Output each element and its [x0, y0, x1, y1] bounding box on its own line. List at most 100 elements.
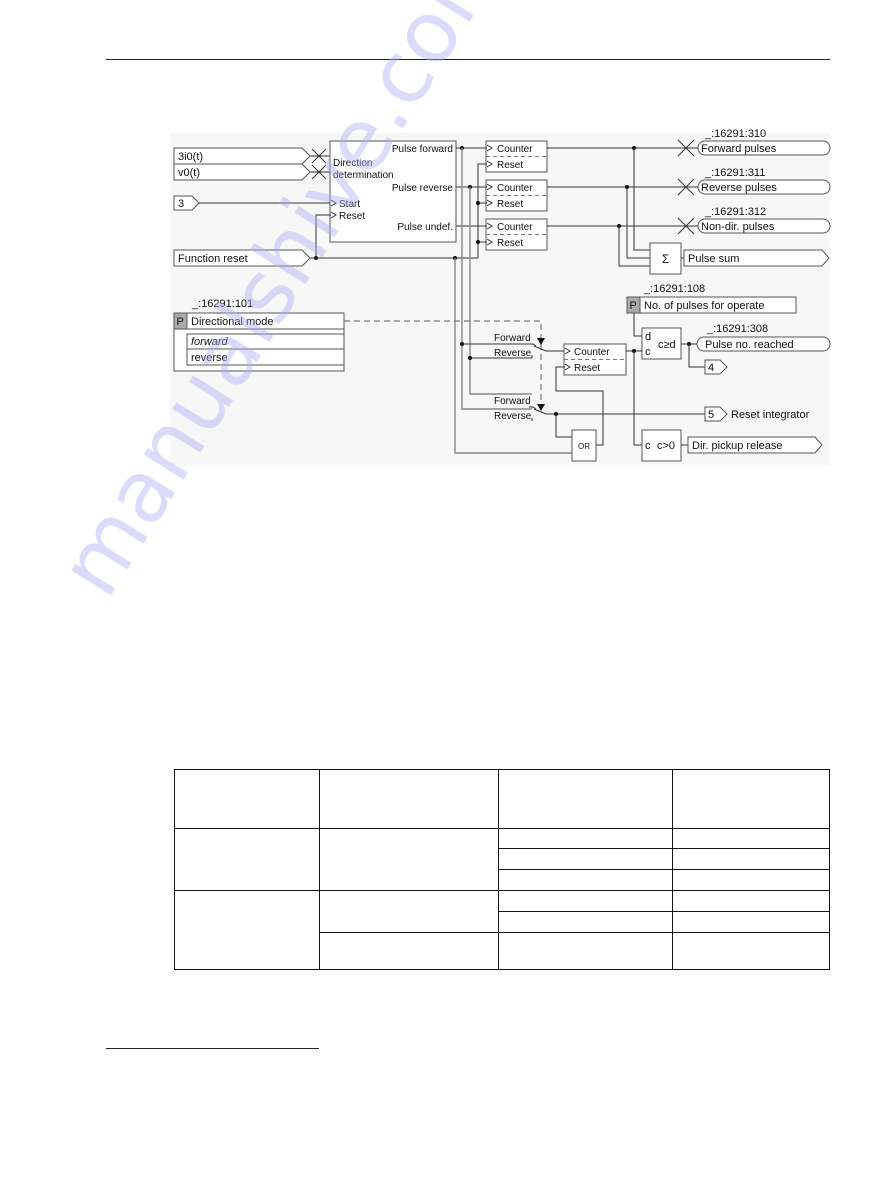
- direction-title-2: determination: [333, 170, 394, 181]
- counter-label: Counter: [497, 183, 533, 194]
- input-v0: v0(t): [173, 163, 311, 181]
- table-cell: [174, 890, 320, 970]
- output-reverse-pulses: _:16291:311 Reverse pulses: [677, 167, 831, 196]
- table-cell: [498, 890, 674, 912]
- counter-undef: Counter Reset: [485, 218, 548, 251]
- compare-block: d c c≥d: [641, 327, 682, 360]
- table-cell: [498, 911, 674, 933]
- param-label: Directional mode: [191, 316, 274, 328]
- param-badge: P: [630, 300, 637, 312]
- option-label: forward: [191, 336, 229, 348]
- sigma-icon: Σ: [662, 254, 669, 266]
- input-const-3: 3: [173, 195, 200, 211]
- switch-reverse-label: Reverse: [494, 348, 532, 359]
- table-cell: [174, 769, 320, 829]
- sum-block: Σ: [649, 242, 682, 275]
- connector-5-label: 5: [708, 409, 714, 421]
- table-cell: [672, 848, 830, 870]
- output-dir-pickup-release: Dir. pickup release: [687, 436, 823, 454]
- input-3i0-label: 3i0(t): [178, 151, 203, 163]
- table-cell: [498, 932, 674, 970]
- table-cell: [318, 828, 500, 891]
- table-cell: [672, 869, 830, 891]
- direction-out-reverse: Pulse reverse: [392, 183, 454, 194]
- output-pulse-sum: Pulse sum: [683, 249, 830, 267]
- or-gate-label: OR: [578, 442, 590, 451]
- table-header-row: [174, 769, 830, 829]
- reset-label: Reset: [497, 199, 523, 210]
- output-pulse-no-reached: _:16291:308 Pulse no. reached: [696, 323, 831, 352]
- input-function-reset: Function reset: [173, 249, 311, 267]
- pickup-in-c: c: [645, 440, 651, 452]
- counter-directional: Counter Reset: [563, 343, 627, 376]
- output-label: Non-dir. pulses: [701, 221, 775, 233]
- connector-4: 4: [704, 359, 728, 375]
- param-badge: P: [177, 316, 184, 328]
- counter-label: Counter: [497, 144, 533, 155]
- output-non-dir-pulses: _:16291:312 Non-dir. pulses: [677, 206, 831, 235]
- table-cell: [318, 769, 500, 829]
- table-cell: [672, 911, 830, 933]
- switch-1: Forward Reverse: [494, 333, 565, 359]
- reset-integrator-label: Reset integrator: [731, 409, 810, 421]
- input-v0-label: v0(t): [178, 167, 200, 179]
- reset-label: Reset: [497, 160, 523, 171]
- direction-title-1: Direction: [333, 158, 372, 169]
- switch-forward-label: Forward: [494, 396, 531, 407]
- output-label: Pulse no. reached: [705, 339, 794, 351]
- arrow-down-icon: [537, 404, 545, 411]
- output-label: Reverse pulses: [701, 182, 777, 194]
- output-id: _:16291:310: [704, 128, 766, 140]
- table-cell: [318, 890, 500, 933]
- table-cell: [672, 932, 830, 970]
- table-cell: [672, 890, 830, 912]
- compare-op: c≥d: [658, 339, 676, 351]
- pickup-block: c c>0: [641, 429, 682, 462]
- direction-out-forward: Pulse forward: [392, 144, 453, 155]
- connector-4-label: 4: [708, 362, 714, 374]
- option-label: reverse: [191, 352, 228, 364]
- or-gate: OR: [571, 429, 597, 462]
- table-cell: [672, 828, 830, 849]
- param-id: _:16291:108: [643, 283, 705, 295]
- table-cell: [174, 828, 320, 891]
- param-directional-mode[interactable]: _:16291:101 P Directional mode forward r…: [173, 298, 345, 372]
- table-row: [174, 828, 830, 891]
- direction-in-start: Start: [339, 199, 360, 210]
- output-forward-pulses: _:16291:310 Forward pulses: [677, 128, 831, 157]
- pickup-op: c>0: [657, 440, 675, 452]
- table-cell: [498, 869, 674, 891]
- switch-reverse-label: Reverse: [494, 411, 532, 422]
- counter-forward: Counter Reset: [485, 140, 548, 173]
- reset-label: Reset: [497, 238, 523, 249]
- table-cell: [498, 828, 674, 849]
- output-id: _:16291:311: [704, 167, 765, 179]
- output-pulse-sum-label: Pulse sum: [688, 253, 739, 265]
- arrow-down-icon: [537, 338, 545, 345]
- switch-forward-label: Forward: [494, 333, 531, 344]
- compare-in-d: d: [645, 331, 651, 343]
- direction-out-undef: Pulse undef.: [397, 222, 453, 233]
- param-label: No. of pulses for operate: [644, 300, 764, 312]
- table-cell: [672, 769, 830, 829]
- table-cell: [498, 769, 674, 829]
- footnote-rule: [106, 1048, 319, 1049]
- table-cell: [498, 848, 674, 870]
- input-const-3-label: 3: [178, 198, 184, 210]
- connector-5: 5: [704, 406, 728, 422]
- param-id: _:16291:101: [191, 298, 253, 310]
- mode-option-reverse[interactable]: reverse: [186, 348, 345, 366]
- input-3i0: 3i0(t): [173, 147, 311, 165]
- table-row: [174, 890, 830, 970]
- output-id: _:16291:312: [704, 206, 766, 218]
- reset-label: Reset: [574, 363, 600, 374]
- output-label: Forward pulses: [701, 143, 777, 155]
- output-id: _:16291:308: [706, 323, 768, 335]
- param-pulses-for-operate[interactable]: _:16291:108 P No. of pulses for operate: [626, 283, 797, 314]
- table-cell: [318, 932, 500, 970]
- direction-determination-block: Direction determination Start Reset Puls…: [329, 140, 457, 243]
- counter-label: Counter: [497, 222, 533, 233]
- mode-option-forward[interactable]: forward: [186, 333, 345, 350]
- data-table: [174, 769, 830, 970]
- output-label: Dir. pickup release: [692, 440, 783, 452]
